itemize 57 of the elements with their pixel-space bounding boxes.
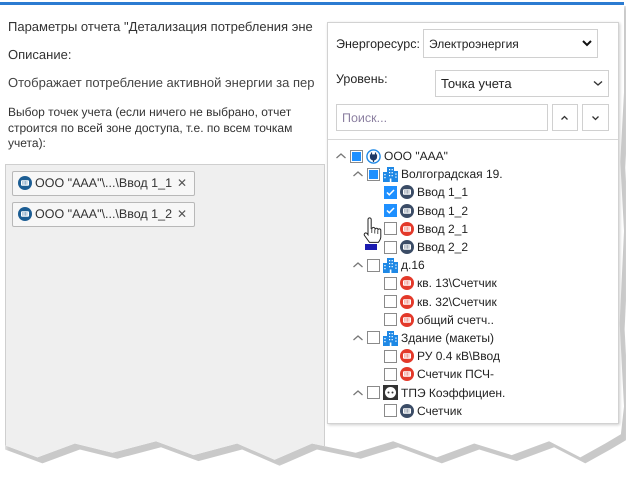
remove-button[interactable]: ✕ [175,176,190,190]
tree-item-label[interactable]: Ввод 2_1 [417,222,468,236]
plug-icon [366,148,381,164]
tree-item-label[interactable]: общий счетч.. [417,312,494,327]
tree-item-label[interactable]: Ввод 1_1 [417,185,468,200]
resource-dropdown[interactable]: Электроэнергия [422,29,598,58]
tree-item-label[interactable]: ООО "AAA" [384,149,448,164]
meter-icon [18,176,32,190]
building-icon [383,166,398,182]
chevron-down-icon [591,114,600,120]
hand-cursor-icon [362,217,384,251]
checkbox[interactable] [384,350,397,363]
chevron-down-icon [593,80,603,87]
next-button[interactable] [582,104,609,131]
resource-label: Энергоресурс: [336,36,420,50]
checkbox[interactable] [384,276,397,290]
checkbox[interactable] [367,386,380,400]
checkbox[interactable] [384,240,397,254]
checkbox[interactable] [384,313,397,326]
checkbox[interactable] [367,168,380,181]
meter-icon [18,207,32,221]
checkbox[interactable] [350,150,363,163]
building-icon [383,330,398,346]
report-title: Параметры отчета "Детализация потребления эне [8,19,314,34]
tree-item-label[interactable]: Счетчик [417,404,462,418]
checkbox[interactable] [384,204,397,218]
tree-item-label[interactable]: кв. 32\Счетчик [417,294,497,309]
selection-hint: Выбор точек учета (если ничего не выбрано, отчет строится по всей зоне доступа, т.е. по всем точкам учета): [8,105,294,152]
tree-item-label[interactable]: Ввод 2_2 [417,240,468,254]
checkbox[interactable] [384,368,397,381]
chevron-down-icon [582,40,592,47]
previous-button[interactable] [552,104,578,131]
tree-item-label[interactable]: Здание (макеты) [401,330,494,345]
checkbox[interactable] [384,186,397,199]
description-label: Описание: [8,47,72,62]
checkbox[interactable] [367,258,380,272]
chevron-up-icon [560,114,570,120]
tree-item-label[interactable]: РУ 0.4 кВ\Ввод [417,349,500,364]
level-label: Уровень: [336,72,388,86]
building-icon [383,257,398,274]
chip-label: ООО "AAA"\...\Ввод 1_1 [35,176,172,190]
tree-item-label[interactable]: кв. 13\Счетчик [417,276,497,290]
tree-item-label[interactable]: д.16 [401,258,425,272]
checkbox[interactable] [367,331,380,344]
tree-item-label[interactable]: Счетчик ПСЧ- [417,367,494,382]
level-dropdown[interactable]: Точка учета [435,70,609,97]
chip-label: ООО "AAA"\...\Ввод 1_2 [35,207,172,221]
search-field[interactable]: Поиск... [336,104,548,131]
checkbox[interactable] [384,295,397,308]
checkbox[interactable] [384,404,397,418]
tree-item-label[interactable]: ТПЭ Коэффициен. [401,386,506,400]
description-text: Отображает потребление активной энергии за пер [8,75,316,90]
checkbox[interactable] [384,222,397,236]
tree-item-label[interactable]: Ввод 1_2 [417,204,468,218]
remove-button[interactable]: ✕ [175,207,190,221]
tree-item-label[interactable]: Волгоградская 19. [401,167,503,182]
socket-icon [383,385,398,400]
